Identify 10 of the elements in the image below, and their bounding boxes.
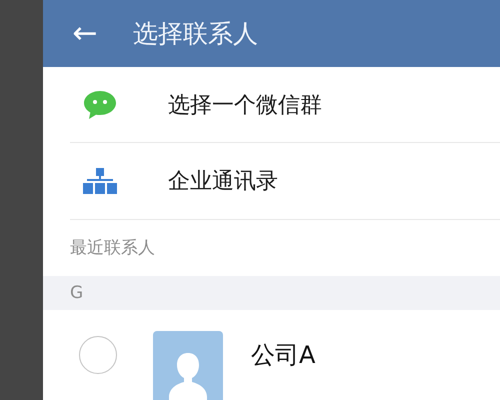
back-button[interactable]: ← [67, 18, 103, 48]
radio-button[interactable] [79, 336, 117, 374]
section-title: 最近联系人 [70, 237, 155, 260]
index-letter: G [70, 283, 84, 304]
org-chart-icon [83, 168, 117, 194]
menu-item[interactable]: 选择一个微信群 [168, 90, 322, 120]
chat-bubble-icon [83, 90, 117, 120]
menu-item[interactable]: 企业通讯录 [168, 166, 278, 196]
contact-name[interactable]: 公司A [251, 339, 316, 371]
page-title: 选择联系人 [133, 18, 258, 50]
